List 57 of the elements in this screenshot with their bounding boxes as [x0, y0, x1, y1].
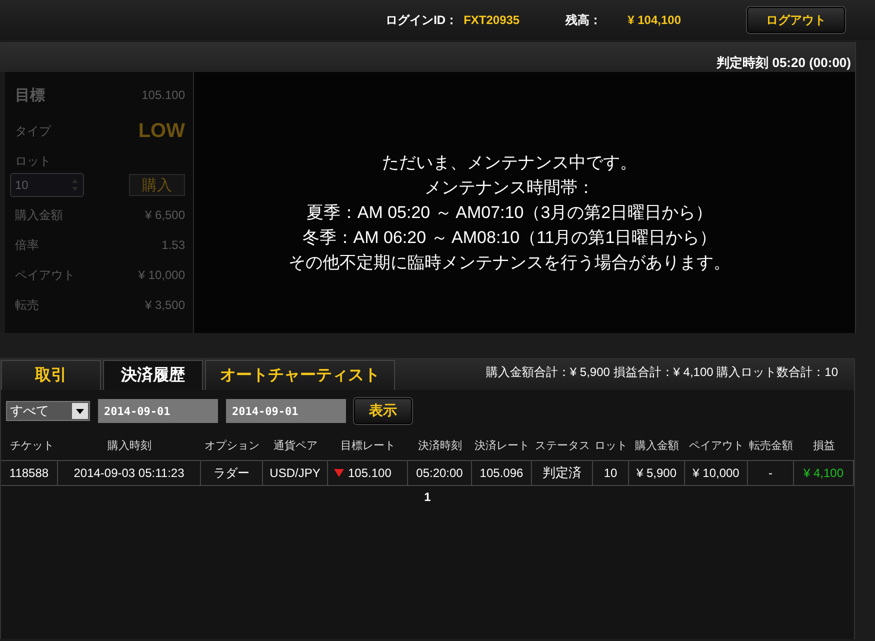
- balance-label: 残高：: [566, 12, 602, 28]
- column-header: ステータス: [534, 438, 591, 454]
- filter-dropdown[interactable]: すべて: [6, 401, 90, 421]
- table-cell: 118588: [1, 460, 58, 486]
- logout-button[interactable]: ログアウト: [747, 7, 845, 33]
- dropdown-arrow-icon: [76, 408, 84, 414]
- target-value: 105.100: [142, 88, 185, 102]
- table-cell: 10: [593, 460, 629, 486]
- target-label: 目標: [15, 86, 45, 104]
- column-header: 購入金額: [634, 438, 680, 454]
- table-cell: 2014-09-03 05:11:23: [58, 460, 201, 486]
- table-cell: ラダー: [201, 460, 263, 486]
- order-field-value: 1.53: [162, 238, 185, 252]
- type-label: タイプ: [15, 122, 51, 140]
- column-header: 通貨ペア: [272, 438, 318, 454]
- tab[interactable]: オートチャーティスト: [205, 360, 395, 390]
- table-cell: 判定済: [532, 460, 593, 486]
- order-field-label: 転売: [15, 296, 39, 314]
- column-header: オプション: [204, 438, 260, 454]
- spin-arrows-icon: [71, 178, 79, 192]
- order-field-value: ¥ 3,500: [144, 298, 185, 312]
- page-link[interactable]: 1: [421, 490, 434, 504]
- column-header: 目標レート: [340, 438, 396, 454]
- type-value: LOW: [138, 120, 185, 142]
- order-field-value: ¥ 10,000: [138, 268, 185, 282]
- column-header: ペイアウト: [688, 438, 745, 454]
- column-header: 決済時刻: [417, 438, 463, 454]
- column-header: ロット: [594, 438, 628, 454]
- column-header: 転売金額: [748, 438, 794, 454]
- show-button[interactable]: 表示: [354, 398, 412, 424]
- table-cell: 05:20:00: [408, 460, 472, 486]
- totals-summary: 購入金額合計：¥ 5,900 損益合計：¥ 4,100 購入ロット数合計：10: [486, 364, 838, 381]
- balance-value: ¥ 104,100: [628, 13, 681, 27]
- table-cell: ¥ 4,100: [794, 460, 854, 486]
- login-id-label: ログインID：: [386, 12, 458, 28]
- order-field-label: 購入金額: [15, 206, 63, 224]
- table-cell: USD/JPY: [263, 460, 328, 486]
- table-cell: 105.100: [328, 460, 408, 486]
- column-header: 損益: [812, 438, 836, 454]
- tab[interactable]: 取引: [1, 360, 101, 390]
- date-to-field[interactable]: 2014-09-01: [226, 399, 346, 423]
- table-cell: -: [748, 460, 794, 486]
- table-cell: ¥ 10,000: [685, 460, 748, 486]
- order-field-value: ¥ 6,500: [144, 208, 185, 222]
- column-header: チケット: [9, 438, 55, 454]
- order-field-label: 倍率: [15, 236, 39, 254]
- table-cell: 105.096: [472, 460, 532, 486]
- tab[interactable]: 決済履歴: [103, 360, 203, 390]
- order-field-label: ペイアウト: [15, 266, 75, 284]
- date-from-field[interactable]: 2014-09-01: [98, 399, 218, 423]
- lot-label: ロット: [15, 152, 51, 170]
- table-cell: ¥ 5,900: [629, 460, 685, 486]
- login-id-value: FXT20935: [464, 13, 520, 27]
- maintenance-message: ただいま、メンテナンス中です。 メンテナンス時間帯： 夏季：AM 05:20 ～ AM07:10（3月の第2日曜日から） 冬季：AM 06:20 ～ AM08:10（11月の第1日曜日から） その他不定期に臨時メンテナンスを行う場合があります。: [288, 152, 730, 274]
- column-header: 決済レート: [474, 438, 530, 454]
- column-header: 購入時刻: [106, 438, 152, 454]
- judgment-time: 判定時刻 05:20 (00:00): [716, 54, 851, 72]
